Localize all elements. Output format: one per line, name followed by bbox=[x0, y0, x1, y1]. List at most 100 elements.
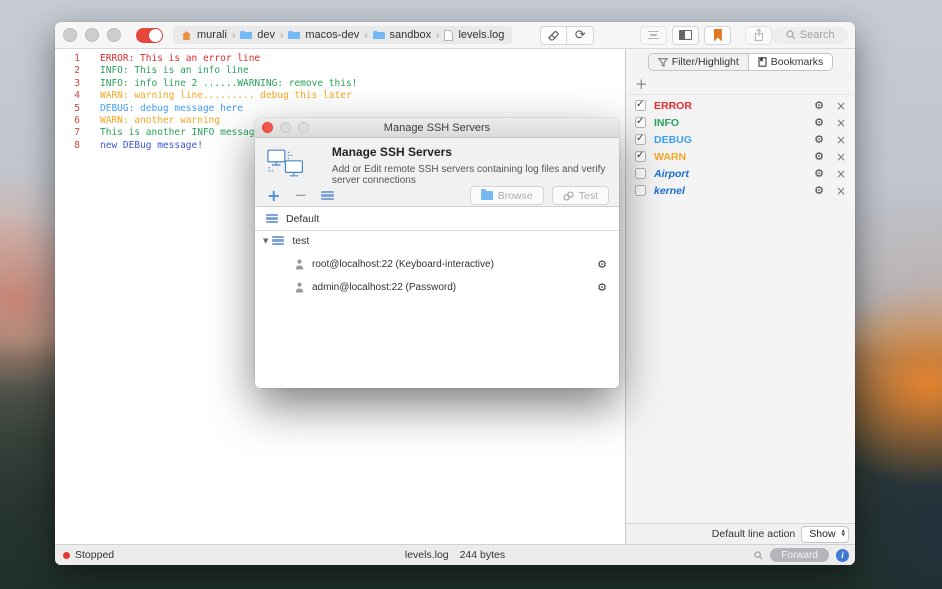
log-line[interactable]: 3INFO: info line 2 ......WARNING: remove… bbox=[55, 78, 625, 90]
group-name: Default bbox=[286, 213, 319, 225]
gear-icon[interactable]: ⚙ bbox=[814, 151, 824, 162]
breadcrumb-folder[interactable]: dev bbox=[257, 29, 275, 41]
filter-row-info: ✓ INFO ⚙ × bbox=[626, 114, 855, 131]
filter-row-error: ✓ ERROR ⚙ × bbox=[626, 97, 855, 114]
tab-bookmarks[interactable]: Bookmarks bbox=[748, 54, 833, 70]
server-label: root@localhost:22 (Keyboard-interactive) bbox=[312, 259, 494, 270]
line-text: WARN: another warning bbox=[100, 115, 220, 127]
line-action-label: Default line action bbox=[712, 528, 795, 540]
remove-icon[interactable]: × bbox=[836, 134, 846, 146]
sidebar-split-icon bbox=[679, 30, 692, 40]
add-filter-row: + bbox=[626, 74, 855, 95]
close-button[interactable] bbox=[63, 28, 77, 42]
test-button[interactable]: Test bbox=[552, 186, 609, 205]
breadcrumb-separator: › bbox=[364, 30, 367, 41]
user-icon bbox=[295, 282, 304, 293]
log-line[interactable]: 5DEBUG: debug message here bbox=[55, 103, 625, 115]
edit-button-group: ⟳ bbox=[540, 26, 594, 45]
server-group-default[interactable]: Default bbox=[255, 207, 619, 231]
remove-icon[interactable]: × bbox=[836, 151, 846, 163]
remove-icon[interactable]: × bbox=[836, 100, 846, 112]
log-line[interactable]: 2INFO: This is an info line bbox=[55, 65, 625, 77]
breadcrumb-home[interactable]: murali bbox=[197, 29, 227, 41]
remove-icon[interactable]: × bbox=[836, 168, 846, 180]
dialog-title-bar[interactable]: Manage SSH Servers bbox=[255, 118, 619, 138]
filter-label: WARN bbox=[654, 151, 686, 163]
dialog-title: Manage SSH Servers bbox=[255, 122, 619, 134]
breadcrumb-file[interactable]: levels.log bbox=[458, 29, 504, 41]
status-left: Stopped bbox=[55, 549, 114, 561]
line-number: 1 bbox=[55, 53, 80, 65]
status-filename: levels.log bbox=[405, 549, 449, 561]
line-text: WARN: warning line......... debug this l… bbox=[100, 90, 352, 102]
disclosure-triangle-icon[interactable]: ▼ bbox=[263, 237, 268, 245]
server-group-button[interactable] bbox=[321, 191, 334, 201]
user-icon bbox=[295, 259, 304, 270]
share-button[interactable] bbox=[745, 26, 772, 45]
gear-icon[interactable]: ⚙ bbox=[597, 258, 607, 271]
funnel-icon bbox=[658, 58, 668, 67]
line-text: ERROR: This is an error line bbox=[100, 53, 260, 65]
filter-row-debug: ✓ DEBUG ⚙ × bbox=[626, 131, 855, 148]
gear-icon[interactable]: ⚙ bbox=[814, 134, 824, 145]
log-line[interactable]: 1 ERROR: This is an error line bbox=[55, 53, 625, 65]
line-action-select[interactable]: Show ▲▼ bbox=[801, 526, 849, 543]
add-server-button[interactable]: + bbox=[267, 188, 280, 204]
toggle-knob bbox=[149, 29, 162, 42]
filter-checkbox[interactable]: ✓ bbox=[635, 185, 646, 196]
filter-checkbox[interactable]: ✓ bbox=[635, 134, 646, 145]
document-icon bbox=[444, 30, 453, 41]
ssh-servers-icon bbox=[267, 145, 304, 182]
folder-icon bbox=[288, 30, 300, 40]
gear-icon[interactable]: ⚙ bbox=[814, 117, 824, 128]
breadcrumb-folder[interactable]: sandbox bbox=[390, 29, 432, 41]
remove-icon[interactable]: × bbox=[836, 117, 846, 129]
line-number: 2 bbox=[55, 65, 80, 77]
server-row-admin[interactable]: admin@localhost:22 (Password) ⚙ bbox=[255, 276, 619, 299]
bookmark-button[interactable] bbox=[704, 26, 731, 45]
link-icon bbox=[563, 191, 574, 201]
folder-icon bbox=[373, 30, 385, 40]
gear-icon[interactable]: ⚙ bbox=[814, 185, 824, 196]
server-list: Default ▼ test root@localhost:22 (Keyboa… bbox=[255, 207, 619, 388]
breadcrumb[interactable]: murali › dev › macos-dev › sandbox › lev… bbox=[173, 26, 512, 44]
minimize-button[interactable] bbox=[85, 28, 99, 42]
toggle-sidebar-button[interactable] bbox=[672, 26, 699, 45]
add-filter-button[interactable]: + bbox=[635, 77, 648, 92]
filter-row-warn: ✓ WARN ⚙ × bbox=[626, 148, 855, 165]
remove-server-button[interactable]: − bbox=[294, 188, 307, 203]
forward-button[interactable]: Forward bbox=[770, 548, 829, 562]
sidebar-tabs: Filter/Highlight Bookmarks bbox=[648, 53, 834, 71]
zoom-button[interactable] bbox=[107, 28, 121, 42]
tab-filter-highlight[interactable]: Filter/Highlight bbox=[649, 54, 748, 70]
browse-button[interactable]: Browse bbox=[470, 186, 544, 205]
test-label: Test bbox=[579, 190, 598, 202]
filter-lines-button[interactable] bbox=[640, 26, 667, 45]
log-line[interactable]: 4WARN: warning line......... debug this … bbox=[55, 90, 625, 102]
search-input[interactable]: Search bbox=[772, 27, 848, 44]
line-text: new DEBug message! bbox=[100, 140, 203, 152]
status-filesize: 244 bytes bbox=[460, 549, 506, 561]
line-number: 3 bbox=[55, 78, 80, 90]
filter-checkbox[interactable]: ✓ bbox=[635, 151, 646, 162]
gear-icon[interactable]: ⚙ bbox=[814, 100, 824, 111]
clear-button[interactable] bbox=[540, 26, 567, 45]
server-stack-icon bbox=[272, 236, 284, 245]
share-icon bbox=[753, 28, 765, 42]
dialog-subtitle: Add or Edit remote SSH servers containin… bbox=[332, 164, 609, 186]
remove-icon[interactable]: × bbox=[836, 185, 846, 197]
filter-checkbox[interactable]: ✓ bbox=[635, 100, 646, 111]
server-group-test[interactable]: ▼ test bbox=[255, 231, 619, 250]
info-button[interactable]: i bbox=[836, 549, 849, 562]
reload-button[interactable]: ⟳ bbox=[567, 26, 594, 45]
search-icon[interactable] bbox=[754, 551, 763, 560]
breadcrumb-folder[interactable]: macos-dev bbox=[305, 29, 359, 41]
gear-icon[interactable]: ⚙ bbox=[814, 168, 824, 179]
dialog-toolbar: + − Browse Test bbox=[255, 185, 619, 207]
follow-toggle[interactable] bbox=[136, 28, 163, 43]
gear-icon[interactable]: ⚙ bbox=[597, 281, 607, 294]
filter-checkbox[interactable]: ✓ bbox=[635, 117, 646, 128]
desktop: murali › dev › macos-dev › sandbox › lev… bbox=[0, 0, 942, 589]
server-row-root[interactable]: root@localhost:22 (Keyboard-interactive)… bbox=[255, 253, 619, 276]
filter-checkbox[interactable]: ✓ bbox=[635, 168, 646, 179]
